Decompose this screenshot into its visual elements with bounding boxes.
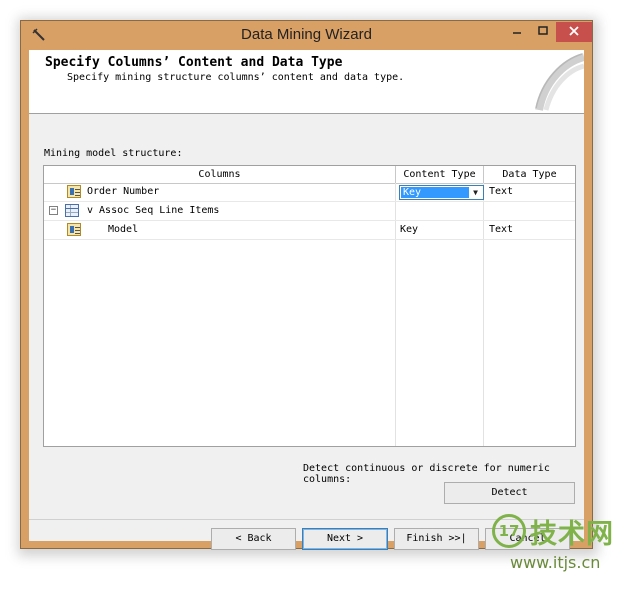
watermark-text: 技术网 — [530, 519, 614, 550]
minimize-icon — [513, 32, 521, 34]
wizard-body: Specify Columns’ Content and Data Type S… — [29, 50, 584, 550]
row-data-type[interactable]: Text — [489, 221, 513, 239]
columns-grid[interactable]: Columns Content Type Data Type Order Num… — [43, 165, 576, 447]
column-icon — [67, 223, 81, 236]
table-row[interactable]: Order Number Key ▼ Text — [44, 183, 575, 202]
table-row[interactable]: Model Key Text — [44, 221, 575, 240]
header-columns[interactable]: Columns — [44, 166, 396, 183]
row-data-type[interactable]: Text — [489, 183, 513, 201]
page-title: Specify Columns’ Content and Data Type — [45, 55, 343, 70]
maximize-button[interactable] — [530, 22, 556, 42]
row-column-name: v Assoc Seq Line Items — [87, 205, 220, 216]
table-row[interactable]: − v Assoc Seq Line Items — [44, 202, 575, 221]
row-content-type[interactable]: Key — [400, 221, 418, 239]
wizard-header: Specify Columns’ Content and Data Type S… — [29, 50, 584, 114]
row-column-name: Order Number — [87, 186, 160, 197]
grid-header: Columns Content Type Data Type — [44, 166, 575, 184]
column-icon — [67, 185, 81, 198]
mining-structure-label: Mining model structure: — [44, 148, 183, 159]
finish-button[interactable]: Finish >>| — [394, 528, 479, 550]
close-icon — [569, 26, 579, 36]
row-column-name: Model — [108, 224, 139, 235]
title-bar[interactable]: Data Mining Wizard — [21, 21, 592, 49]
content-type-value: Key — [401, 187, 469, 198]
wizard-banner-art-icon — [535, 53, 584, 111]
wizard-window: Data Mining Wizard Specify Columns’ Cont… — [20, 20, 593, 550]
content-type-dropdown[interactable]: Key ▼ — [399, 185, 484, 200]
watermark: 17 技术网 www.itjs.cn — [492, 512, 634, 582]
watermark-url: www.itjs.cn — [510, 553, 601, 572]
detect-button[interactable]: Detect — [444, 482, 575, 504]
minimize-button[interactable] — [504, 22, 530, 42]
next-button[interactable]: Next > — [302, 528, 388, 550]
header-data-type[interactable]: Data Type — [484, 166, 575, 183]
chevron-down-icon[interactable]: ▼ — [469, 186, 482, 199]
header-content-type[interactable]: Content Type — [396, 166, 484, 183]
table-icon — [65, 204, 79, 217]
watermark-logo: 17 — [492, 514, 526, 548]
page-subtitle: Specify mining structure columns’ conten… — [67, 72, 405, 83]
close-button[interactable] — [556, 22, 592, 42]
maximize-icon — [538, 26, 548, 35]
back-button[interactable]: < Back — [211, 528, 296, 550]
collapse-icon[interactable]: − — [49, 206, 58, 215]
